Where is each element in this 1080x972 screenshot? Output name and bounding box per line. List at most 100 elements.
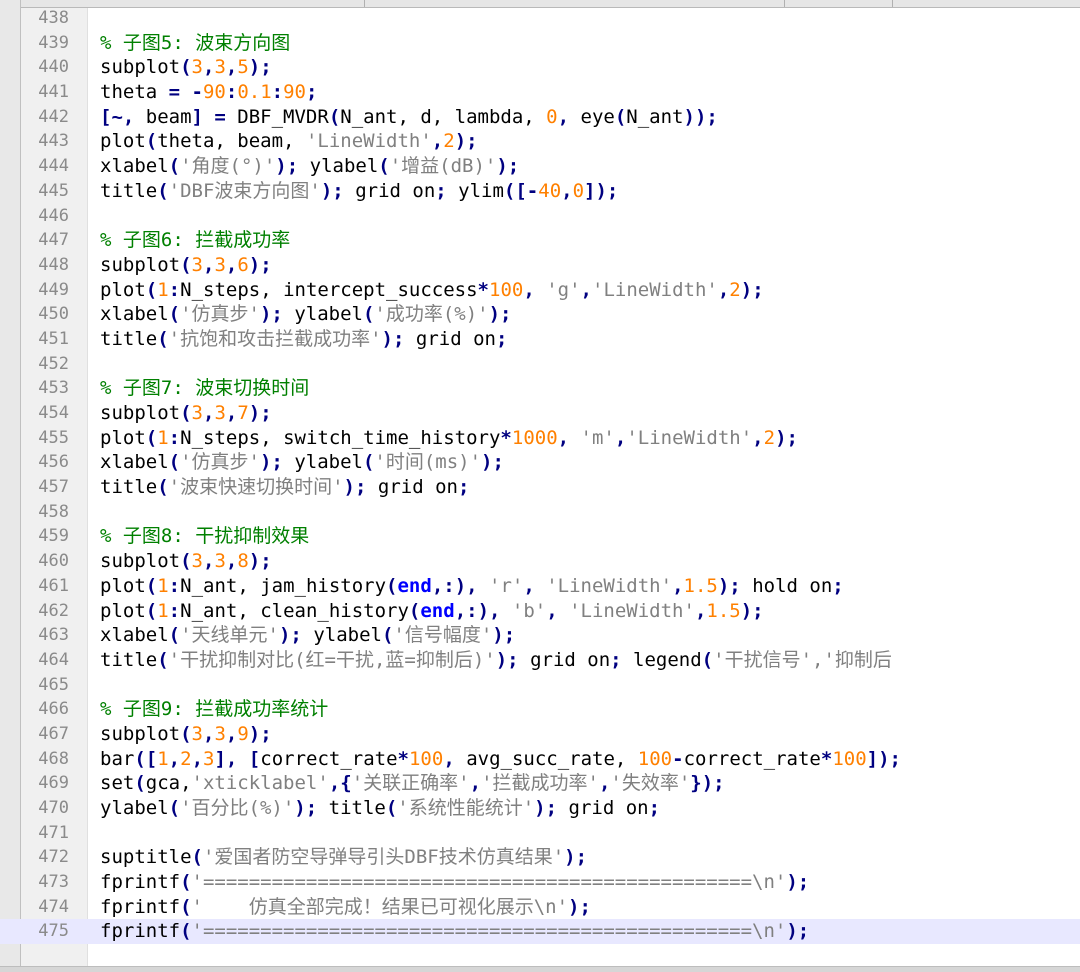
code-token: ,	[580, 278, 592, 301]
code-line[interactable]: 443 plot(theta, beam, 'LineWidth',2);	[0, 129, 1080, 154]
code-line[interactable]: 449 plot(1:N_steps, intercept_success*100…	[0, 278, 1080, 303]
code-line[interactable]: 462 plot(1:N_ant, clean_history(end,:), '…	[0, 599, 1080, 624]
code-token: :	[168, 574, 181, 597]
code-text[interactable]: [~, beam] = DBF_MVDR(N_ant, d, lambda, 0…	[100, 105, 718, 130]
code-token: fprintf	[100, 895, 181, 918]
code-line[interactable]: 468 bar([1,2,3], [correct_rate*100, avg_s…	[0, 747, 1080, 772]
code-text[interactable]: plot(1:N_steps, switch_time_history*1000…	[100, 426, 798, 451]
code-line[interactable]: 447 % 子图6: 拦截成功率	[0, 228, 1080, 253]
code-line[interactable]: 474 fprintf(' 仿真全部完成！结果已可视化展示\n');	[0, 895, 1080, 920]
code-line[interactable]: 439 % 子图5: 波束方向图	[0, 31, 1080, 56]
code-line[interactable]: 444 xlabel('角度(°)'); ylabel('增益(dB)');	[0, 154, 1080, 179]
code-text[interactable]: ylabel('百分比(%)'); title('系统性能统计'); grid …	[100, 796, 660, 821]
code-line[interactable]: 453 % 子图7: 波束切换时间	[0, 376, 1080, 401]
code-text[interactable]: plot(theta, beam, 'LineWidth',2);	[100, 129, 478, 154]
code-line[interactable]: 475 fprintf('============================…	[0, 919, 1080, 945]
code-token: (	[362, 303, 375, 326]
code-line[interactable]: 456 xlabel('仿真步'); ylabel('时间(ms)');	[0, 450, 1080, 475]
code-line[interactable]: 470 ylabel('百分比(%)'); title('系统性能统计'); gr…	[0, 796, 1080, 821]
code-token: 'LineWidth'	[546, 574, 673, 597]
line-number: 456	[38, 452, 69, 473]
code-text[interactable]: xlabel('角度(°)'); ylabel('增益(dB)');	[100, 154, 519, 179]
code-line[interactable]: 440 subplot(3,3,5);	[0, 55, 1080, 80]
code-text[interactable]: title('抗饱和攻击拦截成功率'); grid on;	[100, 327, 507, 352]
code-text[interactable]: xlabel('天线单元'); ylabel('信号幅度');	[100, 623, 515, 648]
code-token: 1.5	[683, 574, 718, 597]
code-token: );	[488, 303, 512, 326]
code-line[interactable]: 442 [~, beam] = DBF_MVDR(N_ant, d, lambda…	[0, 105, 1080, 130]
code-line[interactable]: 463 xlabel('天线单元'); ylabel('信号幅度');	[0, 623, 1080, 648]
code-text[interactable]: title('DBF波束方向图'); grid on; ylim([-40,0]…	[100, 179, 618, 204]
code-text[interactable]: title('波束快速切换时间'); grid on;	[100, 475, 469, 500]
code-line[interactable]: 458	[0, 500, 1080, 525]
line-number: 455	[38, 427, 69, 448]
code-text[interactable]: fprintf('===============================…	[100, 870, 809, 895]
line-number: 473	[38, 872, 69, 893]
code-token: title	[100, 327, 158, 350]
code-token: (	[180, 402, 192, 424]
code-text[interactable]: fprintf(' 仿真全部完成！结果已可视化展示\n');	[100, 895, 591, 920]
code-line[interactable]: 466 % 子图9: 拦截成功率统计	[0, 697, 1080, 722]
code-token: title	[100, 476, 158, 499]
line-number: 457	[38, 477, 69, 498]
code-text[interactable]: xlabel('仿真步'); ylabel('时间(ms)');	[100, 450, 504, 475]
code-line[interactable]: 471	[0, 821, 1080, 846]
code-text[interactable]: suptitle('爱国者防空导弹导引头DBF技术仿真结果');	[100, 845, 587, 870]
code-line[interactable]: 448 subplot(3,3,6);	[0, 253, 1080, 278]
code-line[interactable]: 460 subplot(3,3,8);	[0, 549, 1080, 574]
code-text[interactable]: % 子图9: 拦截成功率统计	[100, 697, 328, 722]
horizontal-scrollbar[interactable]	[0, 966, 1080, 972]
code-line[interactable]: 451 title('抗饱和攻击拦截成功率'); grid on;	[0, 327, 1080, 352]
code-line[interactable]: 455 plot(1:N_steps, switch_time_history*1…	[0, 426, 1080, 451]
code-line[interactable]: 441 theta = -90:0.1:90;	[0, 80, 1080, 105]
line-number: 470	[38, 798, 69, 818]
code-text[interactable]: subplot(3,3,9);	[100, 722, 272, 747]
code-text[interactable]: title('干扰抑制对比(红=干扰,蓝=抑制后)'); grid on; le…	[100, 648, 892, 673]
code-token: 2	[729, 278, 741, 301]
code-line[interactable]: 459 % 子图8: 干扰抑制效果	[0, 524, 1080, 549]
code-text[interactable]: % 子图5: 波束方向图	[100, 31, 290, 56]
code-line[interactable]: 465	[0, 673, 1080, 698]
code-text[interactable]: subplot(3,3,6);	[100, 253, 272, 278]
code-text[interactable]: theta = -90:0.1:90;	[100, 80, 317, 105]
code-token: 3	[203, 747, 215, 770]
code-line[interactable]: 454 subplot(3,3,7);	[0, 401, 1080, 426]
code-text[interactable]: set(gca,'xticklabel',{'关联正确率','拦截成功率','失…	[100, 771, 725, 796]
code-line[interactable]: 445 title('DBF波束方向图'); grid on; ylim([-40…	[0, 179, 1080, 204]
code-line[interactable]: 461 plot(1:N_ant, jam_history(end,:), 'r'…	[0, 574, 1080, 599]
code-token: 3	[191, 722, 203, 745]
code-token: (	[381, 624, 394, 647]
code-token: fprintf	[100, 871, 181, 894]
code-text[interactable]: subplot(3,3,7);	[100, 401, 272, 426]
code-text[interactable]: plot(1:N_ant, clean_history(end,:), 'b',…	[100, 599, 764, 624]
code-token: DBF_MVDR	[237, 105, 329, 128]
code-line[interactable]: 450 xlabel('仿真步'); ylabel('成功率(%)');	[0, 302, 1080, 327]
code-token: );	[343, 476, 378, 499]
code-line[interactable]: 457 title('波束快速切换时间'); grid on;	[0, 475, 1080, 500]
code-text[interactable]: fprintf('===============================…	[100, 919, 809, 944]
code-line[interactable]: 472 suptitle('爱国者防空导弹导引头DBF技术仿真结果');	[0, 845, 1080, 870]
code-text[interactable]: subplot(3,3,5);	[100, 55, 272, 80]
code-line[interactable]: 452	[0, 352, 1080, 377]
code-token: 3	[214, 253, 226, 276]
code-text[interactable]: plot(1:N_steps, intercept_success*100, '…	[100, 278, 764, 303]
code-text[interactable]: subplot(3,3,8);	[100, 549, 272, 574]
code-line[interactable]: 473 fprintf('============================…	[0, 870, 1080, 895]
code-token: :	[168, 426, 181, 449]
code-line[interactable]: 438	[0, 6, 1080, 31]
code-text[interactable]: % 子图6: 拦截成功率	[100, 228, 290, 253]
code-token: (	[328, 105, 341, 128]
code-text[interactable]: plot(1:N_ant, jam_history(end,:), 'r', '…	[100, 574, 844, 599]
code-text[interactable]: xlabel('仿真步'); ylabel('成功率(%)');	[100, 302, 512, 327]
code-line[interactable]: 469 set(gca,'xticklabel',{'关联正确率','拦截成功率'…	[0, 771, 1080, 796]
code-token: ;	[457, 476, 470, 499]
code-text[interactable]: % 子图7: 波束切换时间	[100, 376, 309, 401]
code-text[interactable]: % 子图8: 干扰抑制效果	[100, 524, 309, 549]
code-text[interactable]: bar([1,2,3], [correct_rate*100, avg_succ…	[100, 747, 901, 772]
code-token: subplot	[100, 722, 181, 745]
code-line[interactable]: 446	[0, 204, 1080, 229]
code-line[interactable]: 464 title('干扰抑制对比(红=干扰,蓝=抑制后)'); grid on;…	[0, 648, 1080, 673]
code-line[interactable]: 467 subplot(3,3,9);	[0, 722, 1080, 747]
code-token: theta	[100, 81, 169, 104]
code-editor[interactable]: 438 439% 子图5: 波束方向图 440 subplot(3,3,5); 441 t…	[0, 6, 1080, 945]
